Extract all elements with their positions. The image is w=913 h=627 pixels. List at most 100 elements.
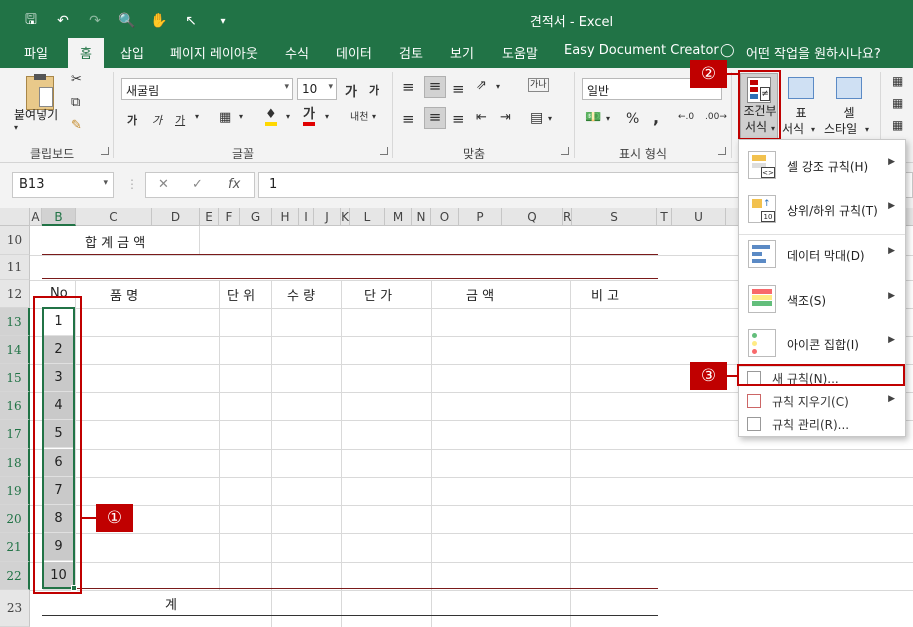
column-header-h[interactable]: H: [272, 208, 299, 226]
font-color-icon[interactable]: 가: [303, 107, 315, 126]
sum-label[interactable]: 계: [165, 594, 177, 613]
align-left-icon[interactable]: ≡: [402, 110, 415, 128]
format-painter-icon[interactable]: ✎: [71, 118, 82, 133]
menu-item-highlight-cells-rules[interactable]: <> 셀 강조 규칙(H) ▶: [739, 144, 905, 188]
format-as-table-label-2[interactable]: 서식: [782, 122, 804, 137]
accounting-format-icon[interactable]: 💵: [585, 110, 601, 125]
tab-help[interactable]: 도움말: [502, 43, 538, 62]
tab-easy-document-creator[interactable]: Easy Document Creator: [564, 43, 719, 58]
row-header-12[interactable]: 12: [0, 280, 30, 308]
header-note[interactable]: 비 고: [591, 285, 619, 304]
row-header-16[interactable]: 16: [0, 392, 30, 420]
tab-page-layout[interactable]: 페이지 레이아웃: [170, 43, 258, 62]
format-cells-icon[interactable]: ▦: [892, 118, 903, 132]
borders-icon[interactable]: ▦: [219, 110, 231, 125]
header-amount[interactable]: 금 액: [466, 285, 494, 304]
underline-icon[interactable]: 가: [175, 112, 185, 128]
column-header-b[interactable]: B: [42, 208, 76, 226]
menu-item-manage-rules[interactable]: 규칙 관리(R)...: [739, 413, 905, 435]
alignment-launcher-icon[interactable]: [561, 147, 569, 155]
column-header-q[interactable]: Q: [502, 208, 563, 226]
cell-styles-label-2[interactable]: 스타일: [824, 122, 857, 137]
tab-insert[interactable]: 삽입: [120, 43, 144, 62]
name-box[interactable]: B13 ▾: [12, 172, 114, 198]
header-item[interactable]: 품 명: [110, 285, 138, 304]
number-launcher-icon[interactable]: [718, 147, 726, 155]
row-header-15[interactable]: 15: [0, 364, 30, 392]
tab-view[interactable]: 보기: [450, 43, 474, 62]
phonetic-dropdown-icon[interactable]: ▾: [372, 112, 376, 121]
row-header-20[interactable]: 20: [0, 505, 30, 533]
delete-cells-icon[interactable]: ▦: [892, 96, 903, 110]
column-header-u[interactable]: U: [672, 208, 726, 226]
grow-font-icon[interactable]: 가: [345, 81, 357, 100]
tab-data[interactable]: 데이터: [336, 43, 372, 62]
column-header-n[interactable]: N: [412, 208, 431, 226]
italic-icon[interactable]: 가: [152, 112, 162, 128]
increase-decimal-icon[interactable]: ←.0: [678, 112, 694, 122]
cancel-icon[interactable]: ✕: [158, 177, 169, 192]
column-header-a[interactable]: A: [30, 208, 42, 226]
align-bottom-icon[interactable]: ≡: [452, 80, 465, 98]
column-header-f[interactable]: F: [219, 208, 240, 226]
tab-home[interactable]: 홈: [68, 38, 104, 69]
total-amount-title[interactable]: 합 계 금 액: [85, 232, 145, 251]
insert-function-icon[interactable]: fx: [228, 177, 240, 192]
menu-item-top-bottom-rules[interactable]: ↑ 10 상위/하위 규칙(T) ▶: [739, 188, 905, 232]
accounting-dropdown-icon[interactable]: ▾: [606, 114, 610, 123]
format-as-table-icon[interactable]: [788, 77, 814, 99]
row-header-18[interactable]: 18: [0, 449, 30, 477]
row-header-17[interactable]: 17: [0, 420, 30, 449]
font-color-dropdown-icon[interactable]: ▾: [325, 112, 329, 121]
menu-item-data-bars[interactable]: 데이터 막대(D) ▶: [739, 233, 905, 277]
paste-icon[interactable]: [26, 74, 54, 110]
column-header-k[interactable]: K: [341, 208, 350, 226]
decrease-decimal-icon[interactable]: .00→: [705, 112, 727, 122]
fill-color-dropdown-icon[interactable]: ▾: [286, 112, 290, 121]
tab-formulas[interactable]: 수식: [285, 43, 309, 62]
align-middle-icon[interactable]: ≡: [424, 76, 446, 98]
row-header-23[interactable]: 23: [0, 590, 30, 627]
phonetic-guide-icon[interactable]: 내천: [350, 108, 368, 123]
header-price[interactable]: 단 가: [364, 285, 392, 304]
column-header-g[interactable]: G: [240, 208, 272, 226]
increase-indent-icon[interactable]: ⇥: [500, 110, 511, 125]
column-header-e[interactable]: E: [200, 208, 219, 226]
row-header-21[interactable]: 21: [0, 533, 30, 562]
column-header-i[interactable]: I: [299, 208, 314, 226]
row-header-14[interactable]: 14: [0, 336, 30, 364]
column-header-c[interactable]: C: [76, 208, 152, 226]
decrease-indent-icon[interactable]: ⇤: [476, 110, 487, 125]
fill-color-icon[interactable]: ♦: [265, 108, 277, 126]
shrink-font-icon[interactable]: 가: [369, 82, 379, 98]
row-header-10[interactable]: 10: [0, 226, 30, 255]
comma-style-icon[interactable]: ,: [653, 108, 659, 127]
underline-dropdown-icon[interactable]: ▾: [195, 112, 199, 121]
align-top-icon[interactable]: ≡: [402, 78, 415, 96]
orientation-icon[interactable]: ⇗: [476, 78, 487, 93]
column-header-r[interactable]: R: [563, 208, 572, 226]
orientation-dropdown-icon[interactable]: ▾: [496, 82, 500, 91]
tab-review[interactable]: 검토: [399, 43, 423, 62]
row-header-13[interactable]: 13: [0, 308, 30, 336]
merge-dropdown-icon[interactable]: ▾: [548, 114, 552, 123]
column-header-s[interactable]: S: [572, 208, 657, 226]
column-header-o[interactable]: O: [431, 208, 459, 226]
copy-icon[interactable]: ⧉: [71, 95, 80, 110]
header-unit[interactable]: 단 위: [227, 285, 255, 304]
paste-dropdown-icon[interactable]: ▾: [14, 123, 18, 132]
font-name-combo[interactable]: 새굴림 ▾: [121, 78, 293, 100]
column-header-m[interactable]: M: [385, 208, 412, 226]
row-header-19[interactable]: 19: [0, 477, 30, 505]
font-launcher-icon[interactable]: [380, 147, 388, 155]
merge-center-icon[interactable]: ▤: [530, 110, 543, 126]
column-header-p[interactable]: P: [459, 208, 502, 226]
clipboard-launcher-icon[interactable]: [101, 147, 109, 155]
row-header-11[interactable]: 11: [0, 255, 30, 280]
align-center-icon[interactable]: ≡: [424, 107, 446, 129]
tab-file[interactable]: 파일: [24, 43, 48, 62]
cut-icon[interactable]: ✂: [71, 72, 82, 87]
column-header-t[interactable]: T: [657, 208, 672, 226]
cell-styles-icon[interactable]: [836, 77, 862, 99]
menu-item-icon-sets[interactable]: 아이콘 집합(I) ▶: [739, 322, 905, 366]
